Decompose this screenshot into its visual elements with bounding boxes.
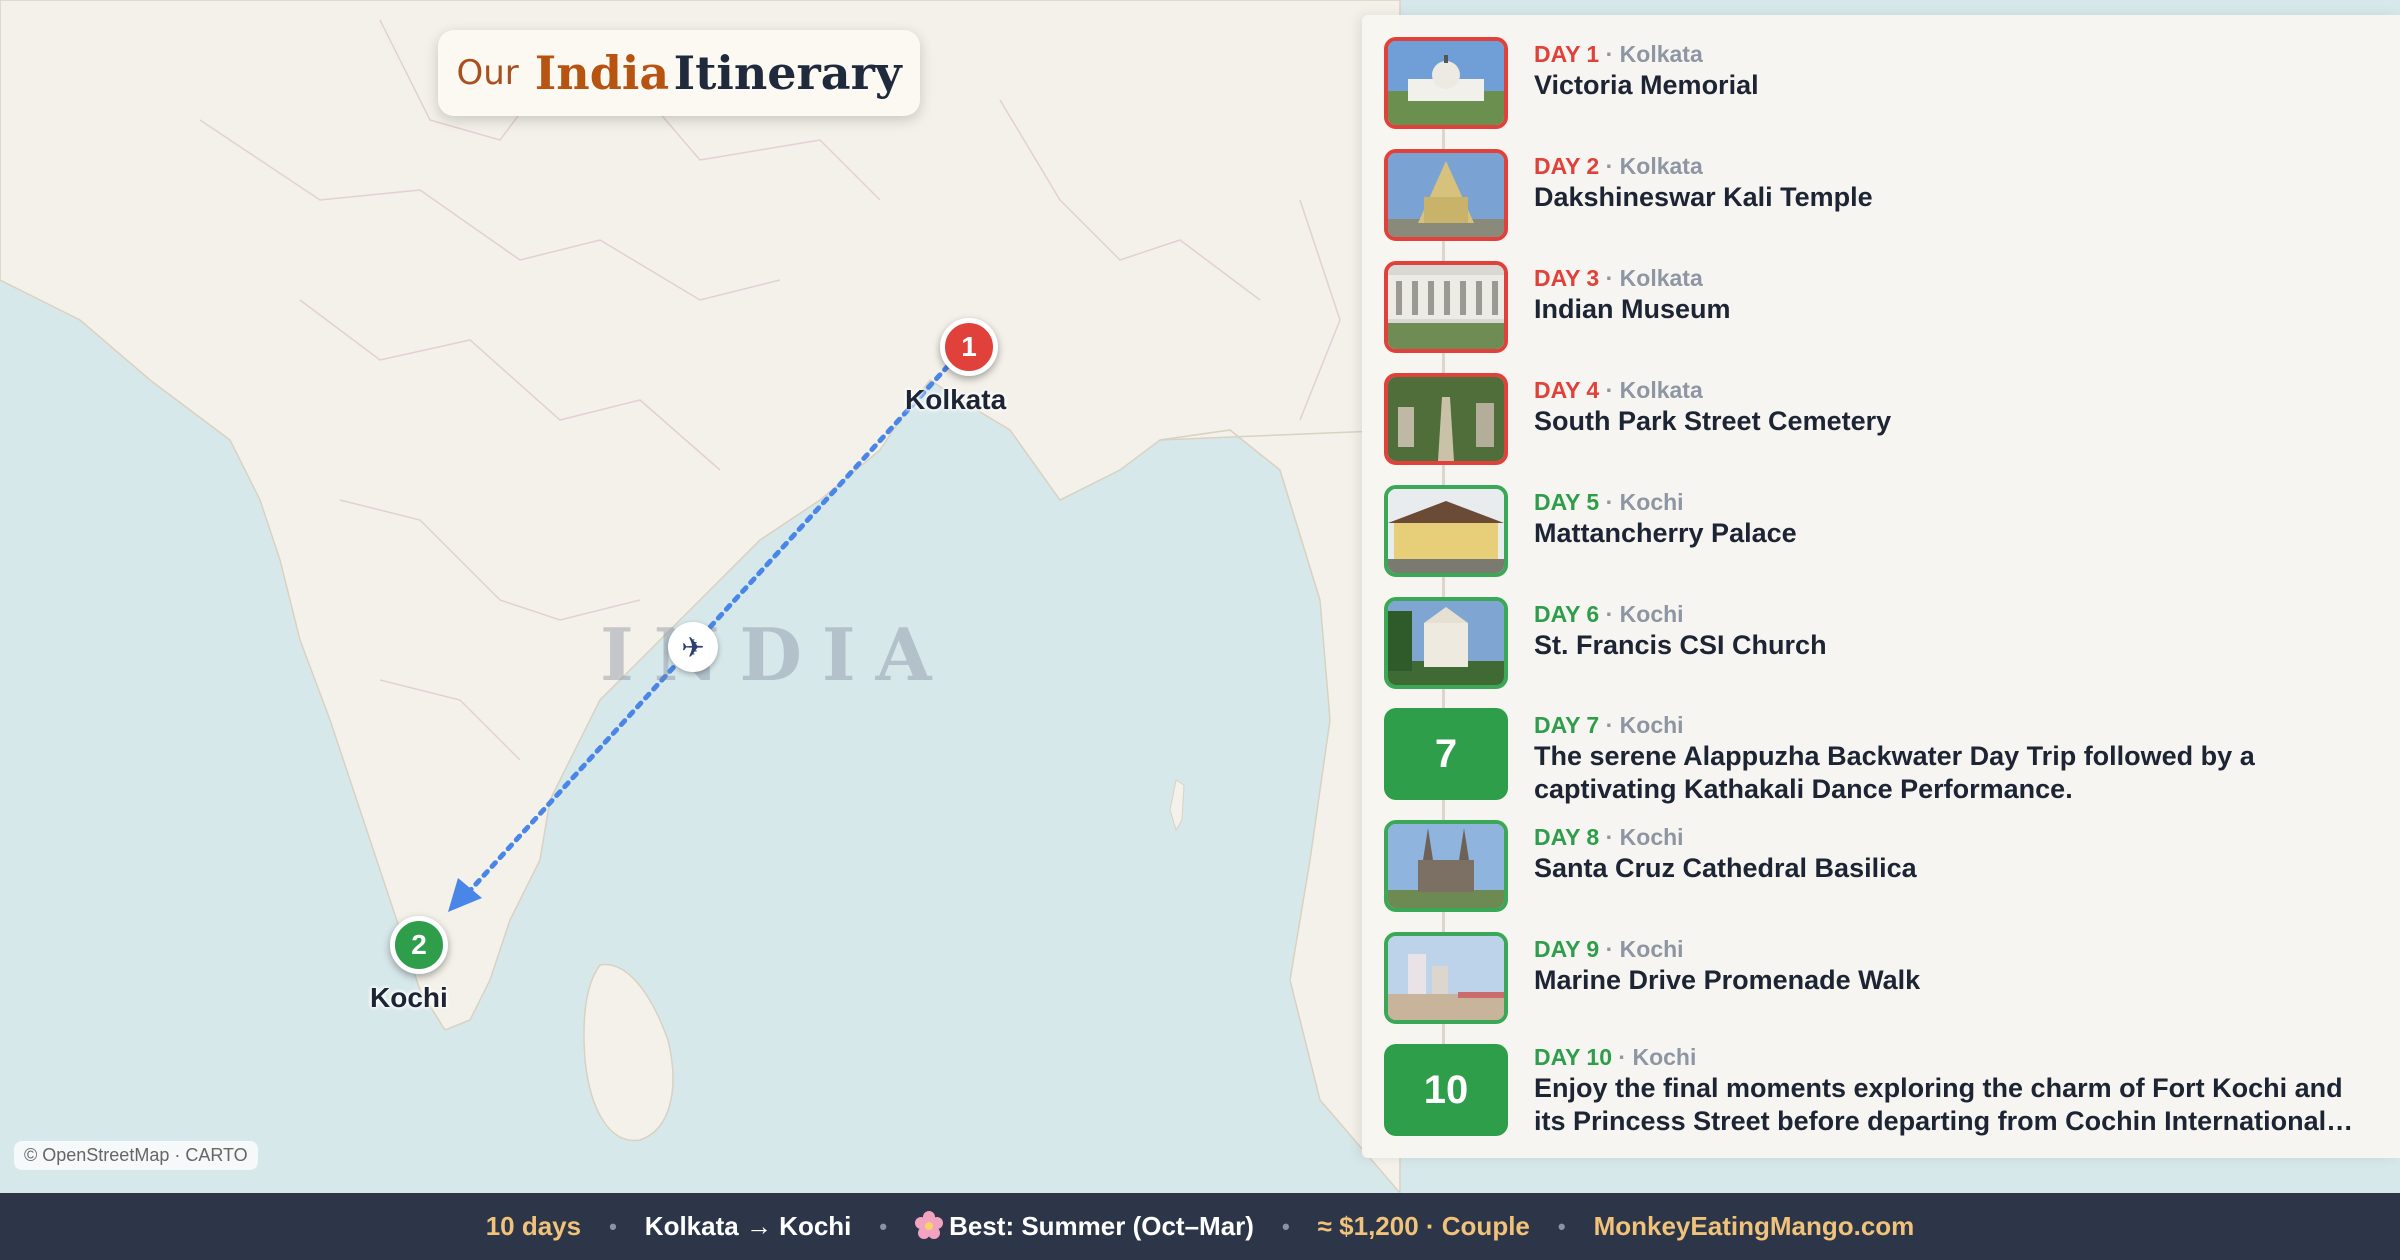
day-city: Kochi <box>1619 824 1684 850</box>
day-title: Indian Museum <box>1534 294 1731 324</box>
title-india: India <box>534 46 670 100</box>
site-link[interactable]: MonkeyEatingMango.com <box>1594 1211 1915 1242</box>
day-title: South Park Street Cemetery <box>1534 406 1892 436</box>
day-number: DAY 8 <box>1534 824 1600 850</box>
day-title: Dakshineswar Kali Temple <box>1534 182 1873 212</box>
day-title: The serene Alappuzha Backwater Day Trip … <box>1534 741 2255 804</box>
day-title: Victoria Memorial <box>1534 70 1759 100</box>
map-label-kolkata: Kolkata <box>905 384 1007 415</box>
day-number: DAY 10 <box>1534 1044 1613 1070</box>
day-thumbnail <box>1384 373 1508 465</box>
day-city: Kochi <box>1632 1044 1697 1070</box>
day-title: St. Francis CSI Church <box>1534 630 1827 660</box>
map-marker-kolkata[interactable]: 1 <box>940 318 998 376</box>
day-title: Mattancherry Palace <box>1534 518 1797 548</box>
day-thumbnail <box>1384 820 1508 912</box>
day-number: DAY 7 <box>1534 712 1600 738</box>
itinerary-day-9[interactable]: DAY 9 · Kochi Marine Drive Promenade Wal… <box>1384 932 2384 1026</box>
map-label-kochi: Kochi <box>370 982 448 1013</box>
day-city: Kochi <box>1619 936 1684 962</box>
trip-duration: 10 days <box>485 1211 582 1241</box>
day-number: DAY 4 <box>1534 377 1600 403</box>
separator-dot: • <box>1281 1213 1290 1239</box>
day-city: Kolkata <box>1619 153 1703 179</box>
day-city: Kolkata <box>1619 265 1703 291</box>
best-season: Best: Summer (Oct–Mar) <box>915 1211 1254 1242</box>
day-number: DAY 5 <box>1534 489 1600 515</box>
title-our: Our <box>456 53 519 93</box>
day-thumbnail <box>1384 485 1508 577</box>
itinerary-day-8[interactable]: DAY 8 · Kochi Santa Cruz Cathedral Basil… <box>1384 820 2384 914</box>
map-attribution[interactable]: © OpenStreetMap · CARTO <box>14 1141 258 1170</box>
separator-dot: • <box>609 1213 617 1239</box>
day-thumbnail <box>1384 261 1508 353</box>
day-city: Kochi <box>1619 712 1684 738</box>
itinerary-day-6[interactable]: DAY 6 · Kochi St. Francis CSI Church <box>1384 597 2384 691</box>
itinerary-day-3[interactable]: DAY 3 · Kolkata Indian Museum <box>1384 261 2384 355</box>
day-number: DAY 1 <box>1534 41 1600 67</box>
separator-dot: • <box>879 1213 888 1239</box>
day-number-badge: 10 <box>1384 1044 1508 1136</box>
itinerary-day-1[interactable]: DAY 1 · Kolkata Victoria Memorial <box>1384 37 2384 131</box>
day-title: Marine Drive Promenade Walk <box>1534 965 1921 995</box>
title-card: Our India Itinerary <box>438 30 920 116</box>
country-label: INDIA <box>600 612 952 697</box>
day-thumbnail <box>1384 37 1508 129</box>
map-marker-kochi[interactable]: 2 <box>390 916 448 974</box>
day-number-badge: 7 <box>1384 708 1508 800</box>
day-city: Kochi <box>1619 601 1684 627</box>
itinerary-day-5[interactable]: DAY 5 · Kochi Mattancherry Palace <box>1384 485 2384 579</box>
day-number: DAY 9 <box>1534 936 1600 962</box>
trip-route: Kolkata → Kochi <box>644 1211 852 1241</box>
day-title: Santa Cruz Cathedral Basilica <box>1534 853 1917 883</box>
title-itinerary: Itinerary <box>673 46 902 100</box>
day-city: Kolkata <box>1619 377 1703 403</box>
summary-bar: 10 days • Kolkata → Kochi • Best: Summer… <box>0 1193 2400 1260</box>
itinerary-panel[interactable]: DAY 1 · Kolkata Victoria Memorial DAY 2 … <box>1362 15 2400 1158</box>
trip-budget: ≈ $1,200 · Couple <box>1317 1211 1530 1241</box>
itinerary-day-10[interactable]: 10 DAY 10 · Kochi Enjoy the final moment… <box>1384 1044 2384 1138</box>
day-thumbnail <box>1384 149 1508 241</box>
day-thumbnail <box>1384 597 1508 689</box>
day-title: Enjoy the final moments exploring the ch… <box>1534 1073 2354 1136</box>
day-city: Kochi <box>1619 489 1684 515</box>
day-number: DAY 3 <box>1534 265 1600 291</box>
day-number: DAY 6 <box>1534 601 1600 627</box>
itinerary-day-4[interactable]: DAY 4 · Kolkata South Park Street Cemete… <box>1384 373 2384 467</box>
itinerary-day-2[interactable]: DAY 2 · Kolkata Dakshineswar Kali Temple <box>1384 149 2384 243</box>
day-city: Kolkata <box>1619 41 1703 67</box>
airplane-icon[interactable]: ✈ <box>668 622 718 672</box>
separator-dot: • <box>1557 1213 1566 1239</box>
best-season-text: Best: Summer (Oct–Mar) <box>949 1211 1254 1241</box>
day-thumbnail <box>1384 932 1508 1024</box>
flower-icon <box>915 1211 944 1239</box>
day-number: DAY 2 <box>1534 153 1600 179</box>
itinerary-day-7[interactable]: 7 DAY 7 · Kochi The serene Alappuzha Bac… <box>1384 708 2384 804</box>
